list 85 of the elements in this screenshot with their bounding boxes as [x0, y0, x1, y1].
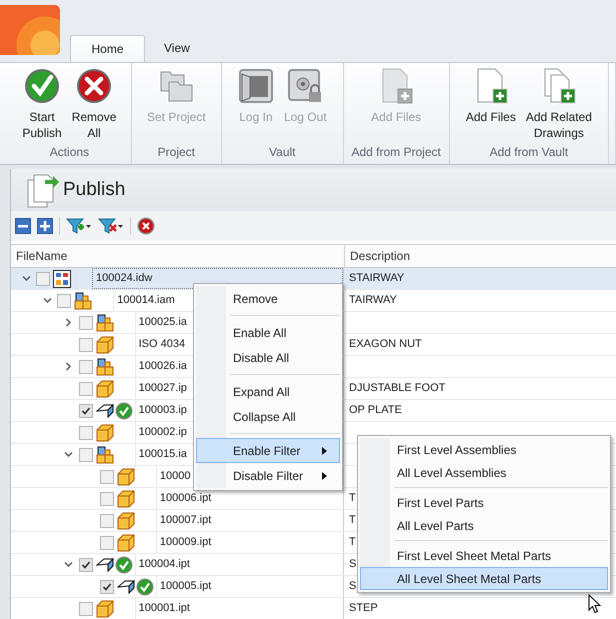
description-text: OP PLATE: [349, 404, 402, 416]
assembly-icon: [74, 292, 92, 310]
cube-icon: [116, 512, 135, 530]
checkbox[interactable]: [78, 316, 93, 330]
menu-item[interactable]: Enable Filter: [196, 438, 340, 463]
checkbox[interactable]: [78, 338, 93, 352]
chevron-right-icon[interactable]: [64, 362, 74, 371]
cancel-icon[interactable]: [137, 217, 155, 235]
checkbox[interactable]: [78, 448, 93, 462]
file-name: 100007.ipt: [156, 510, 343, 531]
ribbon-button[interactable]: Add Files: [464, 68, 518, 145]
file-name: 100004.ipt: [134, 554, 343, 575]
description-text: T: [349, 492, 356, 504]
submenu-arrow-icon: [322, 472, 327, 480]
file-name: 100001.ipt: [134, 598, 343, 619]
description-text: DJUSTABLE FOOT: [349, 382, 446, 394]
description-text: EXAGON NUT: [349, 338, 422, 350]
assembly-icon: [96, 314, 114, 332]
tab[interactable]: View: [145, 35, 209, 61]
description-text: S: [349, 558, 356, 570]
ribbon-button[interactable]: Start Publish: [20, 68, 64, 145]
checkbox[interactable]: [78, 558, 93, 572]
description-text: TAIRWAY: [349, 294, 397, 306]
group-label: Project: [156, 145, 196, 161]
checkbox[interactable]: [36, 272, 50, 286]
cube-icon: [96, 600, 114, 618]
description-text: STAIRWAY: [349, 272, 404, 284]
checkbox[interactable]: [78, 602, 93, 616]
assembly-icon: [96, 446, 114, 464]
chevron-down-icon[interactable]: [22, 274, 30, 283]
vault-door-icon: [238, 68, 274, 104]
filter-add-icon[interactable]: [66, 217, 92, 235]
tree-row[interactable]: 100024.idw STAIRWAY: [11, 268, 616, 290]
checkbox[interactable]: [78, 382, 93, 396]
chevron-down-icon[interactable]: [64, 560, 74, 569]
checkbox[interactable]: [78, 404, 93, 418]
column-header[interactable]: FileName: [11, 245, 345, 267]
description-text: STEP: [349, 602, 378, 614]
safe-lock-icon: [287, 68, 324, 104]
description-text: T: [349, 514, 356, 526]
file-name: 100005.ipt: [156, 576, 343, 597]
group-label: Add from Vault: [488, 145, 570, 161]
checkbox[interactable]: [100, 580, 114, 594]
group-label: Add from Project: [350, 145, 442, 161]
file-name: 100009.ipt: [156, 532, 343, 553]
check-icon: [24, 68, 60, 104]
expand-icon[interactable]: [37, 218, 53, 234]
close-icon: [76, 68, 112, 104]
ribbon-button[interactable]: Remove All: [70, 68, 118, 145]
tab[interactable]: Home: [70, 35, 145, 62]
sheet-metal-icon: [116, 578, 135, 596]
cube-icon: [96, 336, 114, 354]
description-text: S: [349, 580, 356, 592]
chevron-down-icon[interactable]: [64, 450, 74, 459]
filter-remove-icon[interactable]: [98, 217, 124, 235]
cube-icon: [116, 468, 135, 486]
publish-icon: [26, 172, 60, 208]
checkbox[interactable]: [78, 426, 93, 440]
chevron-right-icon[interactable]: [64, 318, 74, 327]
menu-item[interactable]: Disable Filter: [196, 463, 340, 488]
checkbox[interactable]: [100, 470, 114, 484]
checkbox[interactable]: [100, 514, 114, 528]
menu-item[interactable]: All Level Sheet Metal Parts: [360, 567, 608, 590]
menu-item[interactable]: All Level Assemblies: [360, 461, 608, 484]
collapse-icon[interactable]: [15, 218, 31, 234]
description-text: T: [349, 536, 356, 548]
cube-icon: [96, 380, 114, 398]
checkbox[interactable]: [78, 360, 93, 374]
cube-icon: [116, 490, 135, 508]
column-header[interactable]: Description: [345, 245, 410, 267]
group-label: Actions: [48, 145, 90, 161]
checkbox[interactable]: [100, 536, 114, 550]
cube-icon: [96, 424, 114, 442]
checkbox[interactable]: [100, 492, 114, 506]
assembly-icon: [96, 358, 114, 376]
panel-title: Publish: [63, 179, 126, 201]
submenu-arrow-icon: [322, 446, 327, 454]
group-label: Vault: [268, 145, 297, 161]
cube-icon: [116, 534, 135, 552]
drawing-icon: [53, 270, 71, 288]
checkbox[interactable]: [57, 294, 72, 308]
chevron-down-icon[interactable]: [42, 296, 52, 305]
ribbon-button[interactable]: Add Related Drawings: [524, 68, 594, 145]
sheet-metal-icon: [96, 402, 114, 420]
sheet-metal-icon: [96, 556, 114, 574]
